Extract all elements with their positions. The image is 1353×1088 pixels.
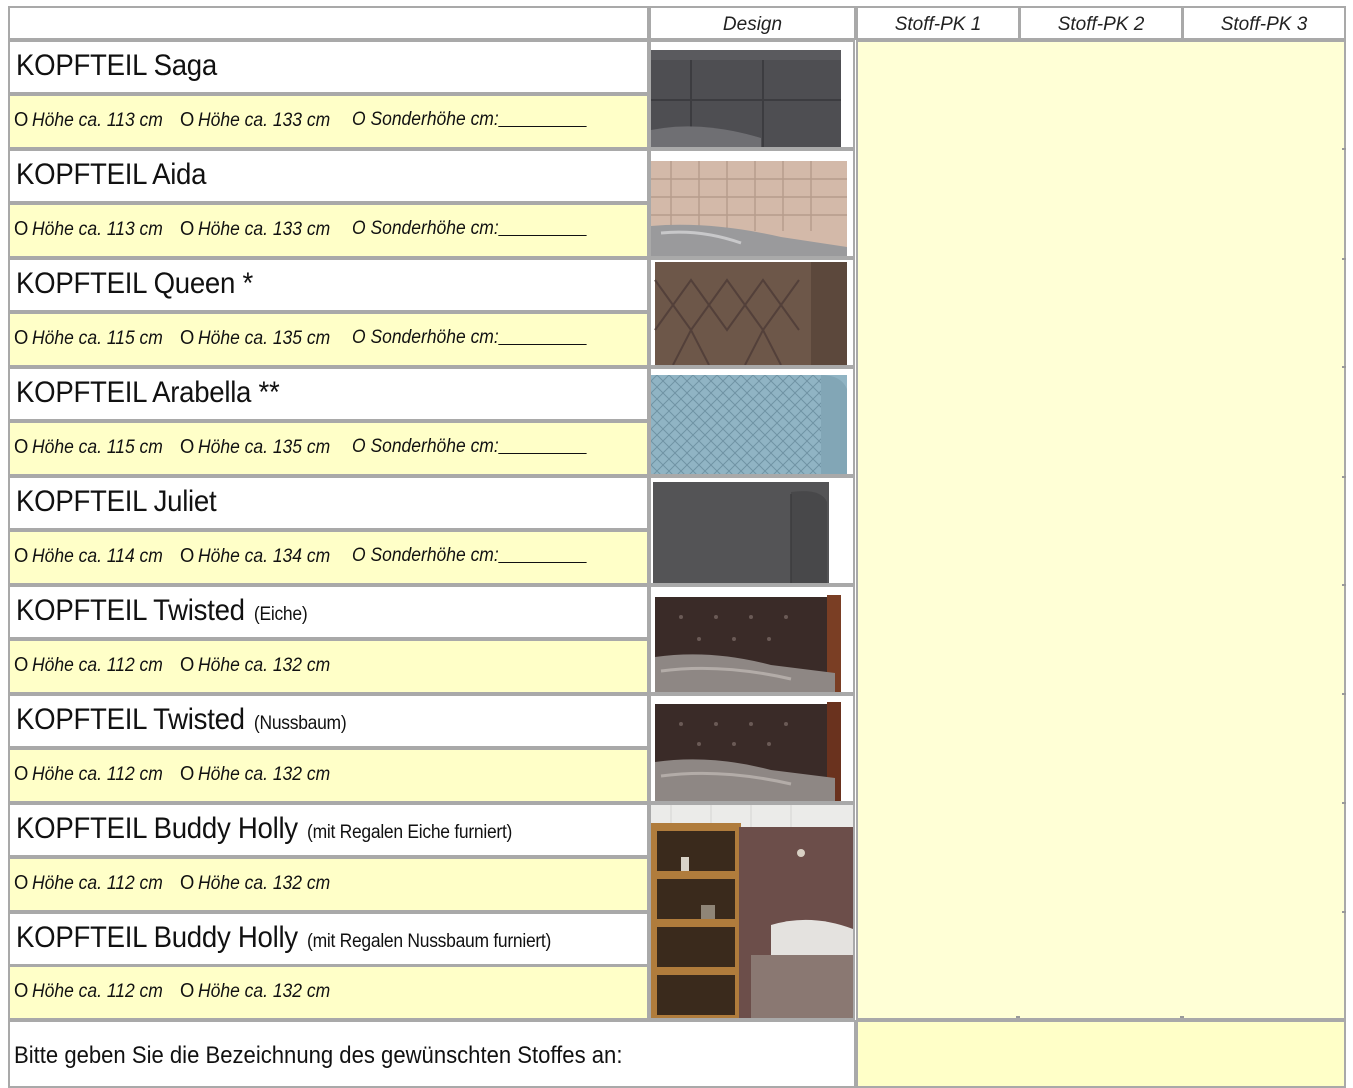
grid-tick <box>1180 1016 1184 1018</box>
product-options-row: O Höhe ca. 112 cm O Höhe ca. 132 cm <box>8 965 649 1020</box>
grid-tick <box>1342 148 1346 150</box>
product-title: KOPFTEIL Twisted (Eiche) <box>16 594 308 627</box>
grid-tick <box>1342 802 1346 804</box>
grid-tick <box>1342 911 1346 913</box>
product-options-row: O Höhe ca. 113 cm O Höhe ca. 133 cm O Sond… <box>8 94 649 149</box>
option-special-height[interactable]: O Sonderhöhe cm: <box>352 109 588 131</box>
product-title: KOPFTEIL Buddy Holly (mit Regalen Eiche f… <box>16 812 513 845</box>
option-height-1[interactable]: O Höhe ca. 114 cm <box>14 545 163 568</box>
fabric-name-field[interactable] <box>856 1020 1346 1088</box>
option-height-2[interactable]: O Höhe ca. 132 cm <box>180 763 330 786</box>
option-height-2[interactable]: O Höhe ca. 135 cm <box>180 327 330 350</box>
product-name-row: KOPFTEIL Buddy Holly (mit Regalen Eiche f… <box>8 803 649 857</box>
headboard-buddy-holly-image <box>649 803 855 1020</box>
product-title: KOPFTEIL Juliet <box>16 485 217 518</box>
headboard-aida-image <box>649 149 855 258</box>
fabric-prompt-cell: Bitte geben Sie die Bezeichnung des gewü… <box>8 1020 856 1088</box>
option-height-1[interactable]: O Höhe ca. 113 cm <box>14 109 163 132</box>
product-options-row: O Höhe ca. 113 cm O Höhe ca. 133 cm O Sond… <box>8 203 649 258</box>
header-stoff-pk-1: Stoff-PK 1 <box>856 6 1020 40</box>
option-height-2[interactable]: O Höhe ca. 133 cm <box>180 109 330 132</box>
headboard-juliet-image <box>649 476 855 585</box>
product-name-row: KOPFTEIL Arabella ** <box>8 367 649 421</box>
header-blank-cell <box>8 6 649 40</box>
product-title: KOPFTEIL Saga <box>16 49 217 82</box>
fabric-prompt-label: Bitte geben Sie die Bezeichnung des gewü… <box>14 1042 623 1069</box>
order-form: Design Stoff-PK 1 Stoff-PK 2 Stoff-PK 3 … <box>0 0 1353 1088</box>
headboard-arabella-image <box>649 367 855 476</box>
product-name-row: KOPFTEIL Juliet <box>8 476 649 530</box>
product-options-row: O Höhe ca. 115 cm O Höhe ca. 135 cm O Sond… <box>8 421 649 476</box>
product-options-row: O Höhe ca. 114 cm O Höhe ca. 134 cm O Sond… <box>8 530 649 585</box>
headboard-saga-image <box>649 40 855 149</box>
header-design: Design <box>649 6 856 40</box>
option-special-height[interactable]: O Sonderhöhe cm: <box>352 545 588 567</box>
header-stoff-pk-2: Stoff-PK 2 <box>1019 6 1183 40</box>
product-title: KOPFTEIL Twisted (Nussbaum) <box>16 703 347 736</box>
product-options-row: O Höhe ca. 112 cm O Höhe ca. 132 cm <box>8 639 649 694</box>
grid-tick <box>1342 476 1346 478</box>
headboard-twisted-eiche-image <box>649 585 855 694</box>
option-height-2[interactable]: O Höhe ca. 133 cm <box>180 218 330 241</box>
grid-tick <box>1342 584 1346 586</box>
option-special-height[interactable]: O Sonderhöhe cm: <box>352 218 588 240</box>
option-height-1[interactable]: O Höhe ca. 115 cm <box>14 436 163 459</box>
option-height-1[interactable]: O Höhe ca. 112 cm <box>14 654 163 677</box>
product-name-row: KOPFTEIL Twisted (Eiche) <box>8 585 649 639</box>
product-options-row: O Höhe ca. 112 cm O Höhe ca. 132 cm <box>8 857 649 912</box>
product-options-row: O Höhe ca. 112 cm O Höhe ca. 132 cm <box>8 748 649 803</box>
option-height-2[interactable]: O Höhe ca. 132 cm <box>180 654 330 677</box>
option-height-2[interactable]: O Höhe ca. 135 cm <box>180 436 330 459</box>
grid-tick <box>1342 366 1346 368</box>
option-height-2[interactable]: O Höhe ca. 132 cm <box>180 980 330 1003</box>
product-name-row: KOPFTEIL Saga <box>8 40 649 94</box>
option-special-height[interactable]: O Sonderhöhe cm: <box>352 436 588 458</box>
option-height-1[interactable]: O Höhe ca. 113 cm <box>14 218 163 241</box>
option-height-2[interactable]: O Höhe ca. 132 cm <box>180 872 330 895</box>
product-title: KOPFTEIL Queen * <box>16 267 253 300</box>
product-name-row: KOPFTEIL Buddy Holly (mit Regalen Nussbau… <box>8 912 649 966</box>
option-special-height[interactable]: O Sonderhöhe cm: <box>352 327 588 349</box>
header-stoff-pk-3: Stoff-PK 3 <box>1182 6 1346 40</box>
product-name-row: KOPFTEIL Twisted (Nussbaum) <box>8 694 649 748</box>
product-title: KOPFTEIL Buddy Holly (mit Regalen Nussbau… <box>16 921 552 954</box>
grid-tick <box>1342 693 1346 695</box>
product-options-row: O Höhe ca. 115 cm O Höhe ca. 135 cm O Sond… <box>8 312 649 367</box>
option-height-1[interactable]: O Höhe ca. 112 cm <box>14 872 163 895</box>
product-name-row: KOPFTEIL Queen * <box>8 258 649 312</box>
grid-tick <box>1342 258 1346 260</box>
headboard-twisted-nussbaum-image <box>649 694 855 803</box>
headboard-queen-image <box>649 258 855 367</box>
grid-tick <box>1016 1016 1020 1018</box>
product-title: KOPFTEIL Arabella ** <box>16 376 280 409</box>
option-height-1[interactable]: O Höhe ca. 112 cm <box>14 980 163 1003</box>
option-height-2[interactable]: O Höhe ca. 134 cm <box>180 545 330 568</box>
product-name-row: KOPFTEIL Aida <box>8 149 649 203</box>
option-height-1[interactable]: O Höhe ca. 112 cm <box>14 763 163 786</box>
product-title: KOPFTEIL Aida <box>16 158 207 191</box>
option-height-1[interactable]: O Höhe ca. 115 cm <box>14 327 163 350</box>
fabric-selection-area[interactable] <box>856 40 1346 1020</box>
